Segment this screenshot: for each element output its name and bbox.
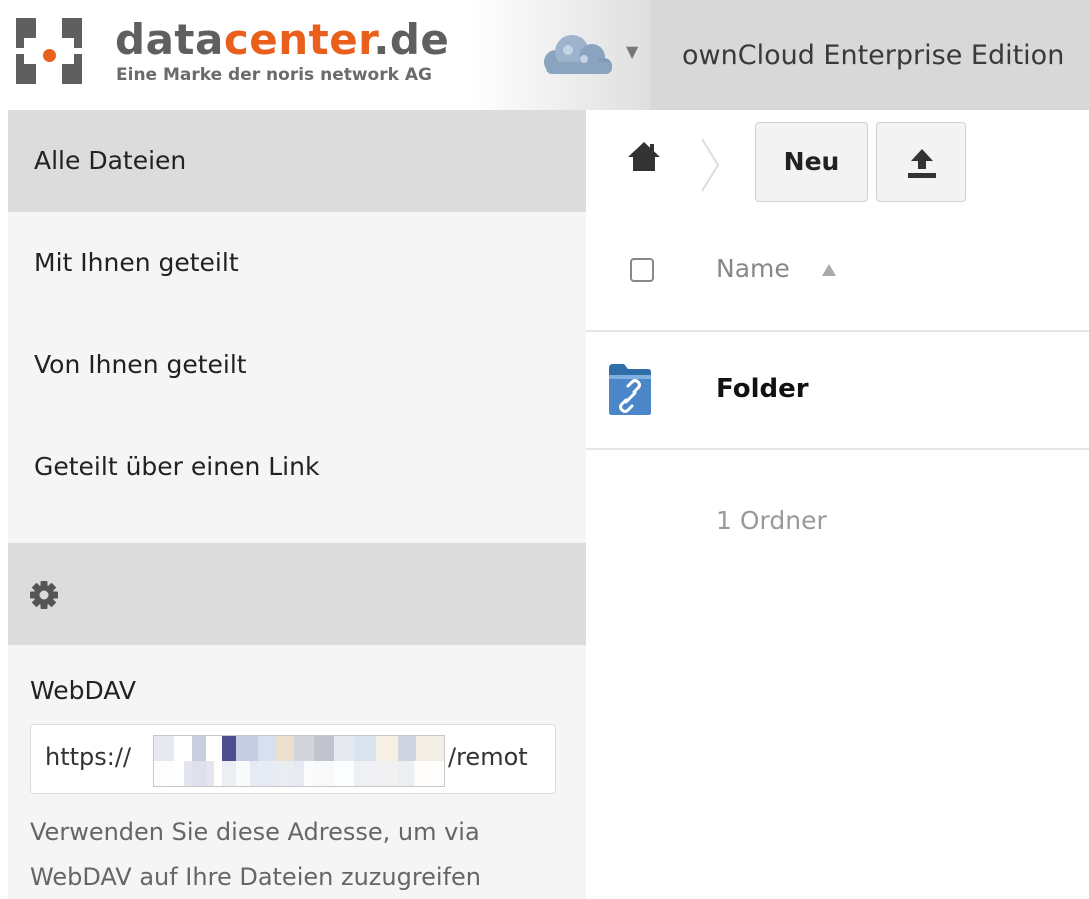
app-menu-button[interactable]: ▼ [534, 30, 644, 80]
sort-ascending-icon[interactable] [820, 262, 838, 278]
brand-name: datacenter.de [115, 16, 449, 64]
gear-icon [30, 581, 58, 609]
chevron-down-icon: ▼ [626, 42, 639, 61]
select-all-checkbox[interactable] [630, 258, 654, 282]
sidebar: Alle Dateien Mit Ihnen geteilt Von Ihnen… [8, 110, 586, 899]
sidebar-item-all-files[interactable]: Alle Dateien [8, 110, 586, 212]
webdav-label: WebDAV [30, 676, 136, 705]
main-content: Neu Name Folder 1 Ordner [586, 110, 1089, 899]
upload-button[interactable] [876, 122, 966, 202]
brand-name-suffix: .de [373, 15, 450, 64]
table-row[interactable]: Folder [586, 332, 1089, 450]
brand-name-prefix: data [115, 15, 224, 64]
upload-icon [908, 149, 936, 178]
redacted-host-block [153, 735, 445, 787]
sidebar-item-shared-by-you[interactable]: Von Ihnen geteilt [8, 314, 586, 416]
file-summary: 1 Ordner [716, 506, 827, 535]
brand-tagline: Eine Marke der noris network AG [116, 65, 432, 85]
controls-bar: Neu [586, 110, 1089, 220]
webdav-url-field[interactable]: https:// /remot [30, 724, 556, 794]
brand-name-accent: center [223, 15, 374, 64]
column-name-header[interactable]: Name [716, 254, 790, 283]
header: datacenter.de Eine Marke der noris netwo… [0, 0, 1089, 110]
file-name: Folder [716, 374, 809, 404]
breadcrumb-separator-icon [701, 138, 720, 192]
shared-folder-icon [609, 364, 651, 415]
datacenter-logo-icon [16, 18, 82, 84]
cloud-icon [544, 35, 612, 74]
edition-title: ownCloud Enterprise Edition [682, 40, 1065, 71]
settings-toggle[interactable] [8, 543, 586, 645]
webdav-url-prefix: https:// [45, 743, 132, 771]
new-button[interactable]: Neu [755, 122, 868, 202]
sidebar-item-shared-with-you[interactable]: Mit Ihnen geteilt [8, 212, 586, 314]
webdav-help-text: Verwenden Sie diese Adresse, um via WebD… [30, 818, 482, 891]
home-icon[interactable] [626, 138, 662, 174]
new-button-label: Neu [783, 147, 840, 176]
webdav-url-suffix: /remot [448, 743, 528, 771]
sidebar-item-shared-by-link[interactable]: Geteilt über einen Link [8, 416, 586, 518]
